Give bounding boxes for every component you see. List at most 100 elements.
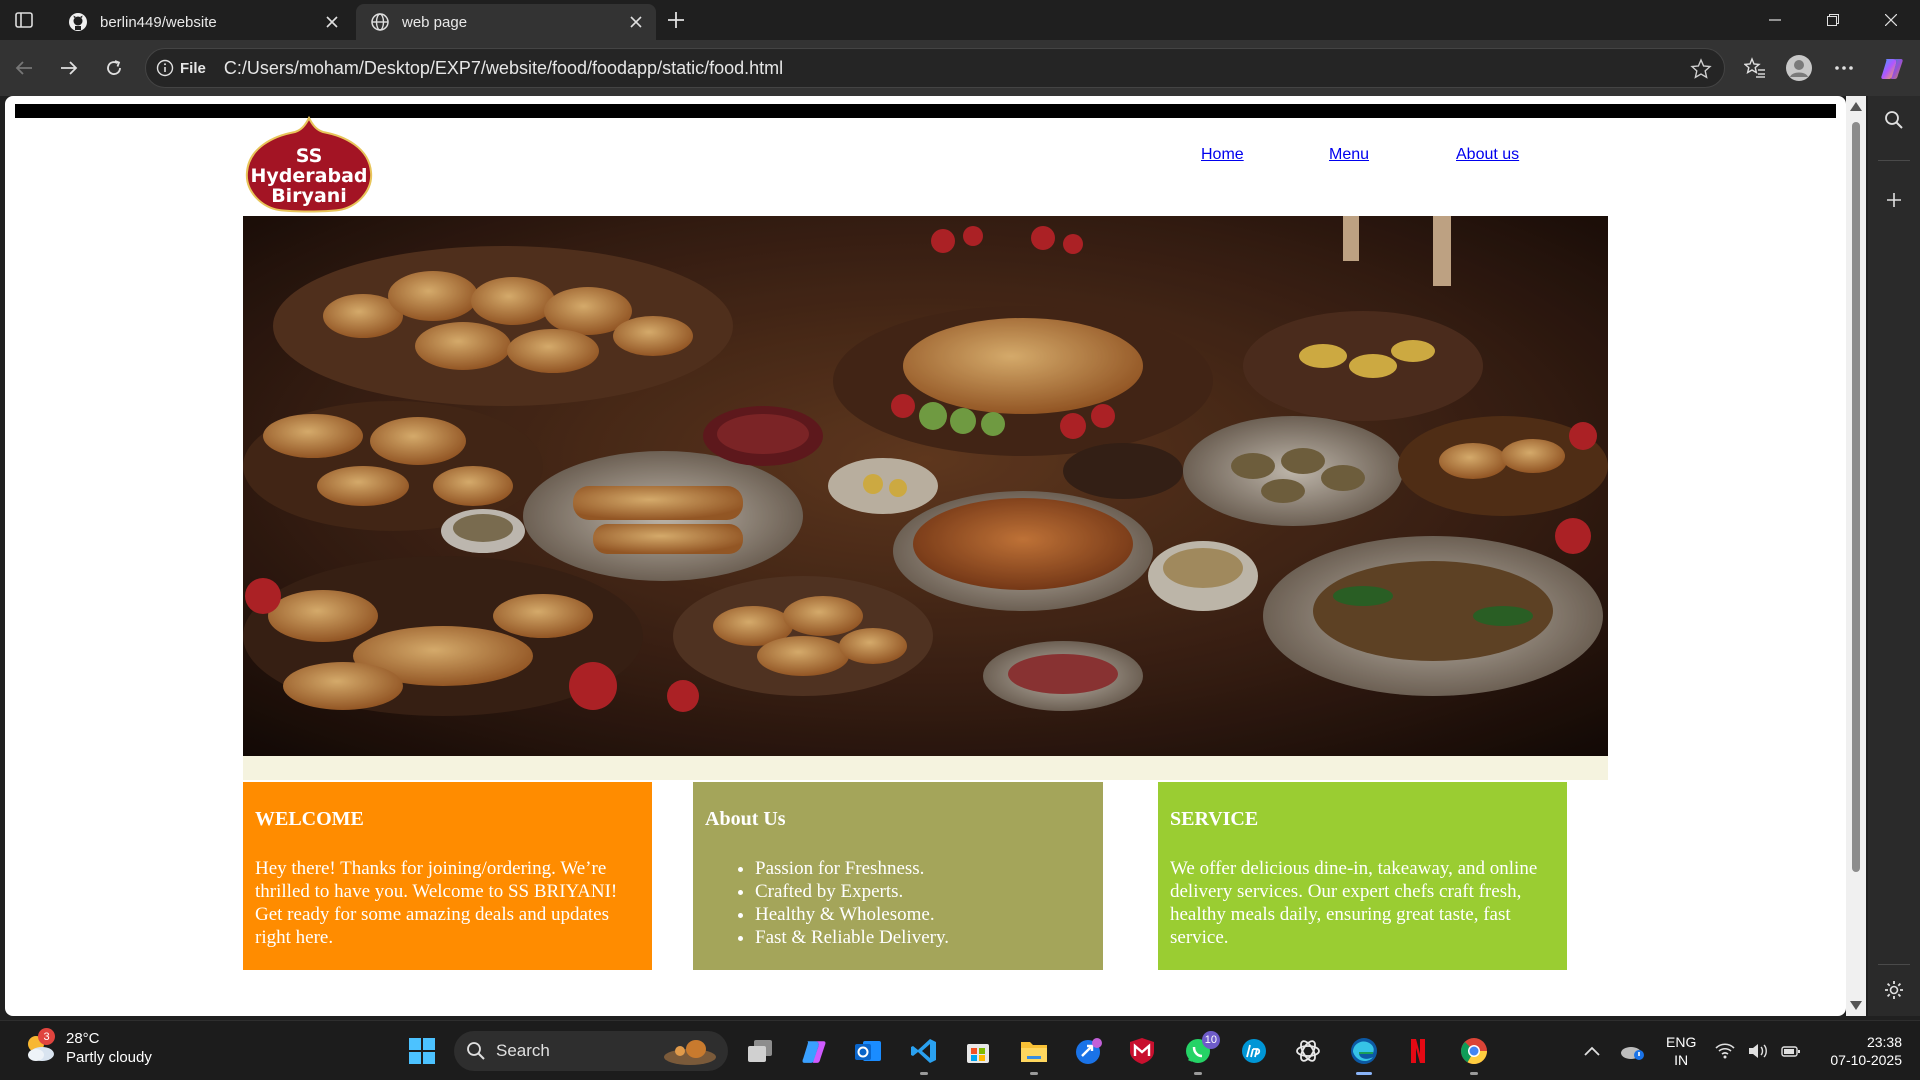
tab-strip: berlin449/website web page xyxy=(0,0,1920,40)
about-list: Passion for Freshness. Crafted by Expert… xyxy=(705,857,1091,949)
task-view-button[interactable] xyxy=(740,1031,780,1071)
list-item: Crafted by Experts. xyxy=(755,880,1091,903)
forward-arrow-icon xyxy=(61,61,78,75)
favorites-button[interactable] xyxy=(1739,52,1771,84)
taskbar-clock[interactable]: 23:38 07-10-2025 xyxy=(1818,1033,1902,1069)
chrome-button[interactable] xyxy=(1454,1031,1494,1075)
scroll-down-arrow-icon[interactable] xyxy=(1850,1001,1862,1010)
language-indicator[interactable]: ENG IN xyxy=(1666,1033,1696,1069)
onedrive-status-button[interactable] xyxy=(1614,1031,1650,1071)
restore-button[interactable] xyxy=(1804,0,1862,40)
copilot-icon xyxy=(1881,59,1903,79)
hp-logo-icon xyxy=(1242,1039,1266,1063)
search-icon xyxy=(1885,111,1903,129)
running-indicator xyxy=(1470,1072,1478,1075)
address-bar[interactable]: File C:/Users/moham/Desktop/EXP7/website… xyxy=(145,48,1725,88)
nav-home-link[interactable]: Home xyxy=(1201,146,1244,186)
more-dots-icon xyxy=(1835,66,1853,70)
more-options-button[interactable] xyxy=(1828,52,1860,84)
chatgpt-button[interactable] xyxy=(1288,1031,1328,1071)
back-arrow-icon xyxy=(15,61,32,75)
quick-settings-button[interactable] xyxy=(1708,1031,1808,1071)
site-info-button[interactable]: File xyxy=(156,59,206,77)
back-button[interactable] xyxy=(8,52,40,84)
close-tab-icon[interactable] xyxy=(318,8,346,36)
info-icon xyxy=(156,59,174,77)
weather-widget[interactable]: 3 28°C Partly cloudy xyxy=(22,1028,152,1067)
copilot-app-button[interactable] xyxy=(794,1031,834,1071)
active-indicator xyxy=(1356,1072,1372,1075)
sidebar-divider xyxy=(1878,964,1910,965)
service-text: We offer delicious dine-in, takeaway, an… xyxy=(1170,858,1538,948)
about-box: About Us Passion for Freshness. Crafted … xyxy=(693,782,1103,970)
weather-condition: Partly cloudy xyxy=(66,1049,152,1066)
taskbar-search-box[interactable]: Search xyxy=(454,1031,728,1071)
volume-icon xyxy=(1748,1044,1767,1058)
sidebar-divider xyxy=(1878,160,1910,161)
running-indicator xyxy=(920,1072,928,1075)
store-icon xyxy=(967,1044,989,1063)
sidebar-settings-button[interactable] xyxy=(1880,976,1908,1004)
copilot-button[interactable] xyxy=(1876,52,1908,84)
tab-web-page[interactable]: web page xyxy=(356,4,656,40)
vscode-button[interactable] xyxy=(904,1031,944,1075)
sidebar-search-button[interactable] xyxy=(1880,106,1908,134)
whatsapp-button[interactable]: 10 xyxy=(1178,1031,1220,1075)
favorite-star-icon[interactable] xyxy=(1690,58,1712,80)
nav-menu-link[interactable]: Menu xyxy=(1329,146,1369,186)
close-tab-icon[interactable] xyxy=(622,8,650,36)
url-text[interactable]: C:/Users/moham/Desktop/EXP7/website/food… xyxy=(224,58,783,79)
scheme-label: File xyxy=(180,59,206,77)
list-item: Healthy & Wholesome. xyxy=(755,903,1091,926)
chrome-icon xyxy=(1460,1038,1488,1065)
outlook-button[interactable] xyxy=(848,1031,888,1071)
scrollbar-thumb[interactable] xyxy=(1852,122,1860,872)
battery-icon xyxy=(1781,1046,1801,1057)
quick-assist-button[interactable] xyxy=(1068,1031,1108,1071)
whatsapp-badge: 10 xyxy=(1201,1031,1220,1049)
cream-strip xyxy=(243,756,1608,780)
vscode-icon xyxy=(911,1039,936,1063)
minimize-button[interactable] xyxy=(1746,0,1804,40)
sidebar-add-button[interactable] xyxy=(1880,186,1908,214)
tab-github[interactable]: berlin449/website xyxy=(54,4,352,40)
mcafee-button[interactable] xyxy=(1122,1031,1162,1071)
scroll-up-arrow-icon[interactable] xyxy=(1850,102,1862,111)
chatgpt-icon xyxy=(1296,1040,1320,1062)
tab-actions-button[interactable] xyxy=(10,8,38,32)
new-tab-button[interactable] xyxy=(662,6,690,34)
start-button[interactable] xyxy=(402,1031,442,1071)
hp-app-button[interactable] xyxy=(1234,1031,1274,1071)
page-viewport: SSHyderabadBiryani Home Menu About us xyxy=(5,96,1846,1016)
file-explorer-button[interactable] xyxy=(1014,1031,1054,1075)
close-window-button[interactable] xyxy=(1862,0,1920,40)
cloud-sync-icon xyxy=(1621,1047,1644,1060)
edge-browser-button[interactable] xyxy=(1344,1031,1384,1075)
service-box: SERVICE We offer delicious dine-in, take… xyxy=(1158,782,1567,970)
netflix-icon xyxy=(1411,1039,1425,1063)
forward-button[interactable] xyxy=(53,52,85,84)
search-icon xyxy=(467,1042,485,1060)
search-label: Search xyxy=(496,1041,550,1060)
outlook-icon xyxy=(855,1041,881,1061)
microsoft-store-button[interactable] xyxy=(958,1031,998,1071)
show-hidden-icons-button[interactable] xyxy=(1572,1031,1612,1071)
browser-toolbar: File C:/Users/moham/Desktop/EXP7/website… xyxy=(0,40,1920,96)
list-item: Fast & Reliable Delivery. xyxy=(755,926,1091,949)
copilot-icon xyxy=(802,1041,826,1063)
task-view-icon xyxy=(748,1040,772,1062)
language-line1: ENG xyxy=(1666,1034,1697,1050)
welcome-box: WELCOME Hey there! Thanks for joining/or… xyxy=(243,782,652,970)
profile-button[interactable] xyxy=(1783,52,1815,84)
page-scrollbar[interactable] xyxy=(1846,96,1866,1016)
nav-about-link[interactable]: About us xyxy=(1456,146,1519,186)
github-icon xyxy=(68,12,88,32)
restaurant-logo[interactable]: SS Hyderabad Biryani xyxy=(243,115,375,216)
partly-cloudy-icon: 3 xyxy=(22,1028,58,1066)
running-indicator xyxy=(1194,1072,1202,1075)
globe-icon xyxy=(370,12,390,32)
reload-button[interactable] xyxy=(98,52,130,84)
netflix-button[interactable] xyxy=(1398,1031,1438,1071)
search-highlight-icon xyxy=(664,1040,716,1065)
service-title: SERVICE xyxy=(1170,808,1259,830)
